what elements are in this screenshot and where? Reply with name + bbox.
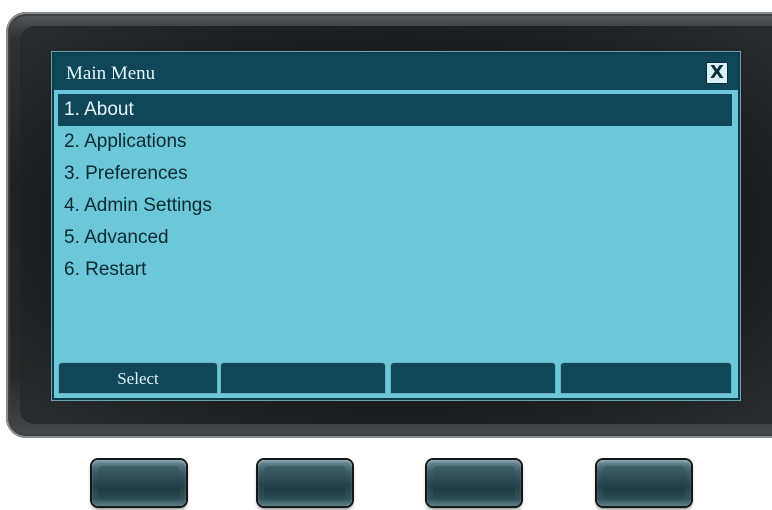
menu-item-advanced[interactable]: 5. Advanced bbox=[54, 222, 738, 254]
hardware-softkey-2[interactable] bbox=[258, 460, 352, 506]
menu-item-restart[interactable]: 6. Restart bbox=[54, 254, 738, 286]
hardware-softkey-4[interactable] bbox=[597, 460, 691, 506]
lcd-screen: Main Menu X 1. About 2. Applications 3. … bbox=[52, 52, 740, 400]
menu-item-about[interactable]: 1. About bbox=[58, 94, 732, 126]
menu-item-preferences[interactable]: 3. Preferences bbox=[54, 158, 738, 190]
menu-title: Main Menu bbox=[66, 63, 156, 84]
menu-item-admin-settings[interactable]: 4. Admin Settings bbox=[54, 190, 738, 222]
phone-display-unit: Main Menu X 1. About 2. Applications 3. … bbox=[0, 0, 772, 510]
softkey-label: Select bbox=[117, 369, 159, 388]
hardware-softkey-1[interactable] bbox=[92, 460, 186, 506]
menu-item-label: 4. Admin Settings bbox=[64, 195, 212, 216]
close-icon: X bbox=[710, 62, 724, 83]
menu-item-label: 6. Restart bbox=[64, 259, 147, 280]
title-bar: Main Menu X bbox=[54, 54, 738, 92]
hardware-softkey-3[interactable] bbox=[427, 460, 521, 506]
softkey-4[interactable] bbox=[560, 362, 732, 394]
menu-item-label: 3. Preferences bbox=[64, 163, 188, 184]
softkey-select[interactable]: Select bbox=[58, 362, 218, 394]
main-menu-list: 1. About 2. Applications 3. Preferences … bbox=[54, 94, 738, 286]
close-button[interactable]: X bbox=[706, 62, 728, 84]
menu-item-label: 2. Applications bbox=[64, 131, 187, 152]
menu-item-label: 1. About bbox=[64, 99, 134, 120]
menu-item-label: 5. Advanced bbox=[64, 227, 169, 248]
menu-item-applications[interactable]: 2. Applications bbox=[54, 126, 738, 158]
softkey-3[interactable] bbox=[390, 362, 556, 394]
softkey-bar: Select bbox=[58, 362, 734, 394]
softkey-2[interactable] bbox=[220, 362, 386, 394]
